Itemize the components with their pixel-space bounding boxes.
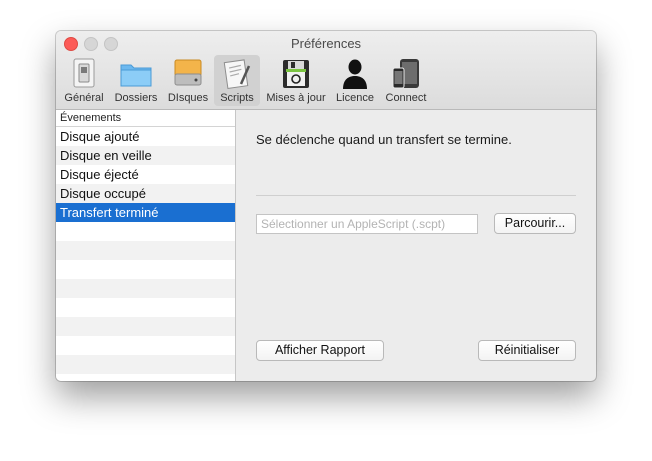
toolbar-tab-dossiers[interactable]: Dossiers xyxy=(111,55,161,106)
toolbar-label: Général xyxy=(64,92,104,104)
empty-row xyxy=(56,298,235,317)
toolbar-label: Licence xyxy=(336,92,374,104)
events-column-header[interactable]: Évenements xyxy=(56,110,235,127)
toolbar-label: Mises à jour xyxy=(266,92,326,104)
show-report-button[interactable]: Afficher Rapport xyxy=(256,340,384,361)
switch-icon xyxy=(73,58,95,88)
toolbar-tab-licence[interactable]: Licence xyxy=(332,55,378,106)
event-description: Se déclenche quand un transfert se termi… xyxy=(256,132,512,147)
applescript-path-field[interactable] xyxy=(256,214,478,234)
folder-icon xyxy=(120,64,152,87)
empty-row xyxy=(56,317,235,336)
toolbar-tab-disques[interactable]: DIsques xyxy=(164,55,212,106)
empty-row xyxy=(56,355,235,374)
event-item-disque-en-veille[interactable]: Disque en veille xyxy=(56,146,235,165)
empty-row xyxy=(56,222,235,241)
event-item-transfert-termine[interactable]: Transfert terminé xyxy=(56,203,235,222)
event-item-disque-ejecte[interactable]: Disque éjecté xyxy=(56,165,235,184)
events-list: Évenements Disque ajouté Disque en veill… xyxy=(56,110,236,381)
event-item-disque-occupe[interactable]: Disque occupé xyxy=(56,184,235,203)
reset-button[interactable]: Réinitialiser xyxy=(478,340,576,361)
empty-row xyxy=(56,260,235,279)
toolbar-label: Connect xyxy=(385,92,427,104)
person-icon xyxy=(343,59,367,89)
devices-icon xyxy=(392,59,419,89)
toolbar-tab-updates[interactable]: Mises à jour xyxy=(262,55,330,106)
empty-row xyxy=(56,336,235,355)
floppy-update-icon xyxy=(283,60,309,88)
toolbar-label: DIsques xyxy=(167,92,209,104)
empty-row xyxy=(56,241,235,260)
window-title: Préférences xyxy=(290,36,362,51)
divider xyxy=(256,195,576,196)
titlebar: Préférences Général Dossiers DIsques Scr… xyxy=(56,31,596,110)
event-item-disque-ajoute[interactable]: Disque ajouté xyxy=(56,127,235,146)
browse-button[interactable]: Parcourir... xyxy=(494,213,576,234)
disk-icon xyxy=(174,59,202,86)
toolbar-label: Dossiers xyxy=(114,92,158,104)
script-settings-panel: Se déclenche quand un transfert se termi… xyxy=(236,110,596,381)
toolbar-tab-scripts[interactable]: Scripts xyxy=(214,55,260,106)
script-icon xyxy=(223,59,251,89)
toolbar-tab-general[interactable]: Général xyxy=(61,55,107,106)
preferences-window: Préférences Général Dossiers DIsques Scr… xyxy=(56,31,596,381)
empty-row xyxy=(56,374,235,381)
empty-row xyxy=(56,279,235,298)
toolbar-label: Scripts xyxy=(220,92,254,104)
toolbar-tab-connect[interactable]: Connect xyxy=(381,55,431,106)
